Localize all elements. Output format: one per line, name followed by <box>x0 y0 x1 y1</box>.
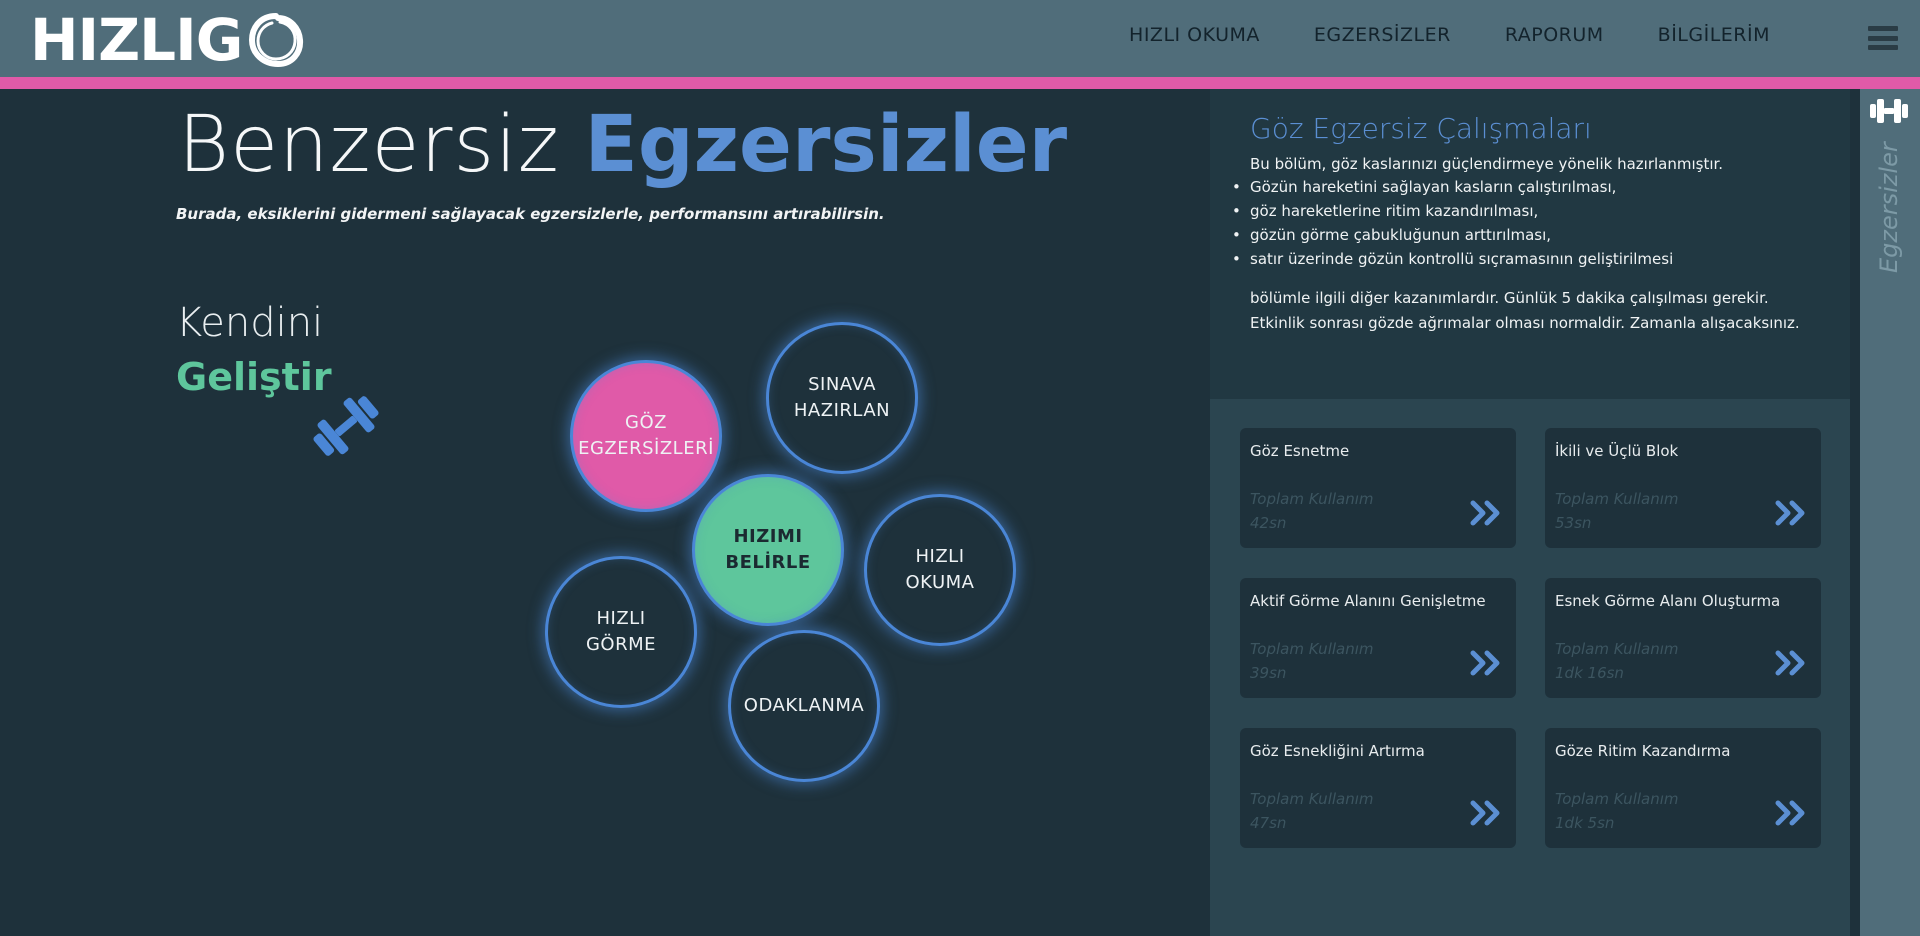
side-label: Egzersizler <box>1875 142 1903 274</box>
card-usage-value: 53sn <box>1555 514 1592 532</box>
card-usage-label: Toplam Kullanım <box>1250 490 1374 508</box>
info-outro: bölümle ilgili diğer kazanımlardır. Günl… <box>1250 289 1800 332</box>
card-usage-label: Toplam Kullanım <box>1555 640 1679 658</box>
double-chevron-right-icon[interactable] <box>1775 800 1807 826</box>
card-usage-value: 42sn <box>1250 514 1287 532</box>
header-accent-line <box>0 77 1920 89</box>
page-title-bold: Egzersizler <box>584 100 1068 190</box>
dumbbell-icon <box>313 396 379 456</box>
card-usage-value: 39sn <box>1250 664 1287 682</box>
logo-swirl-o-icon <box>249 13 304 68</box>
card-title: Aktif Görme Alanını Genişletme <box>1250 592 1486 610</box>
exercise-card-esnek-gorme-alani[interactable]: Esnek Görme Alanı Oluşturma Toplam Kulla… <box>1545 578 1821 698</box>
exercise-card-aktif-gorme-alani[interactable]: Aktif Görme Alanını Genişletme Toplam Ku… <box>1240 578 1516 698</box>
info-title: Göz Egzersiz Çalışmaları <box>1250 112 1592 145</box>
card-title: Esnek Görme Alanı Oluşturma <box>1555 592 1781 610</box>
logo[interactable]: HIZLIG <box>30 6 306 74</box>
main-nav: HIZLI OKUMA EGZERSİZLER RAPORUM BİLGİLER… <box>1129 24 1770 46</box>
bubble-odaklanma[interactable]: ODAKLANMA <box>728 630 880 782</box>
list-item: Gözün hareketini sağlayan kasların çalış… <box>1232 178 1673 202</box>
card-usage-value: 1dk 16sn <box>1555 664 1624 682</box>
card-title: Göz Esnekliğini Artırma <box>1250 742 1425 760</box>
hamburger-menu-icon[interactable] <box>1868 26 1898 50</box>
card-usage-value: 1dk 5sn <box>1555 814 1615 832</box>
card-usage-label: Toplam Kullanım <box>1555 790 1679 808</box>
double-chevron-right-icon[interactable] <box>1775 650 1807 676</box>
exercise-card-goz-esnetme[interactable]: Göz Esnetme Toplam Kullanım 42sn <box>1240 428 1516 548</box>
card-title: Göze Ritim Kazandırma <box>1555 742 1731 760</box>
list-item: satır üzerinde gözün kontrollü sıçraması… <box>1232 250 1673 274</box>
nav-raporum[interactable]: RAPORUM <box>1505 24 1604 46</box>
nav-bilgilerim[interactable]: BİLGİLERİM <box>1658 24 1770 46</box>
exercise-card-goze-ritim[interactable]: Göze Ritim Kazandırma Toplam Kullanım 1d… <box>1545 728 1821 848</box>
double-chevron-right-icon[interactable] <box>1775 500 1807 526</box>
list-item: gözün görme çabukluğunun arttırılması, <box>1232 226 1673 250</box>
nav-egzersizler[interactable]: EGZERSİZLER <box>1314 24 1451 46</box>
bubble-hizli-okuma[interactable]: HIZLI OKUMA <box>864 494 1016 646</box>
page-title-light: Benzersiz <box>178 100 560 190</box>
bubble-hizli-gorme[interactable]: HIZLI GÖRME <box>545 556 697 708</box>
logo-text: HIZLIG <box>30 6 243 74</box>
card-usage-label: Toplam Kullanım <box>1250 640 1374 658</box>
card-usage-label: Toplam Kullanım <box>1250 790 1374 808</box>
top-navbar: HIZLIG HIZLI OKUMA EGZERSİZLER RAPORUM B… <box>0 0 1920 77</box>
page-subtitle: Burada, eksiklerini gidermeni sağlayacak… <box>176 205 885 223</box>
nav-hizli-okuma[interactable]: HIZLI OKUMA <box>1129 24 1260 46</box>
card-usage-label: Toplam Kullanım <box>1555 490 1679 508</box>
double-chevron-right-icon[interactable] <box>1470 650 1502 676</box>
kendini-heading: Kendini <box>176 300 324 346</box>
double-chevron-right-icon[interactable] <box>1470 800 1502 826</box>
exercise-card-ikili-uclu-blok[interactable]: İkili ve Üçlü Blok Toplam Kullanım 53sn <box>1545 428 1821 548</box>
info-intro: Bu bölüm, göz kaslarınızı güçlendirmeye … <box>1250 155 1724 173</box>
info-bullets: Gözün hareketini sağlayan kasların çalış… <box>1232 178 1673 274</box>
bubble-goz-egzersizleri[interactable]: GÖZ EGZERSİZLERİ <box>570 360 722 512</box>
double-chevron-right-icon[interactable] <box>1470 500 1502 526</box>
card-title: Göz Esnetme <box>1250 442 1350 460</box>
dumbbell-icon[interactable] <box>1868 96 1910 126</box>
exercise-card-goz-esnekligi[interactable]: Göz Esnekliğini Artırma Toplam Kullanım … <box>1240 728 1516 848</box>
bubble-sinava-hazirlan[interactable]: SINAVA HAZIRLAN <box>766 322 918 474</box>
page-title: Benzersiz Egzersizler <box>178 100 1067 190</box>
card-title: İkili ve Üçlü Blok <box>1555 442 1679 460</box>
bubble-hizimi-belirle[interactable]: HIZIMI BELİRLE <box>692 474 844 626</box>
card-usage-value: 47sn <box>1250 814 1287 832</box>
list-item: göz hareketlerine ritim kazandırılması, <box>1232 202 1673 226</box>
